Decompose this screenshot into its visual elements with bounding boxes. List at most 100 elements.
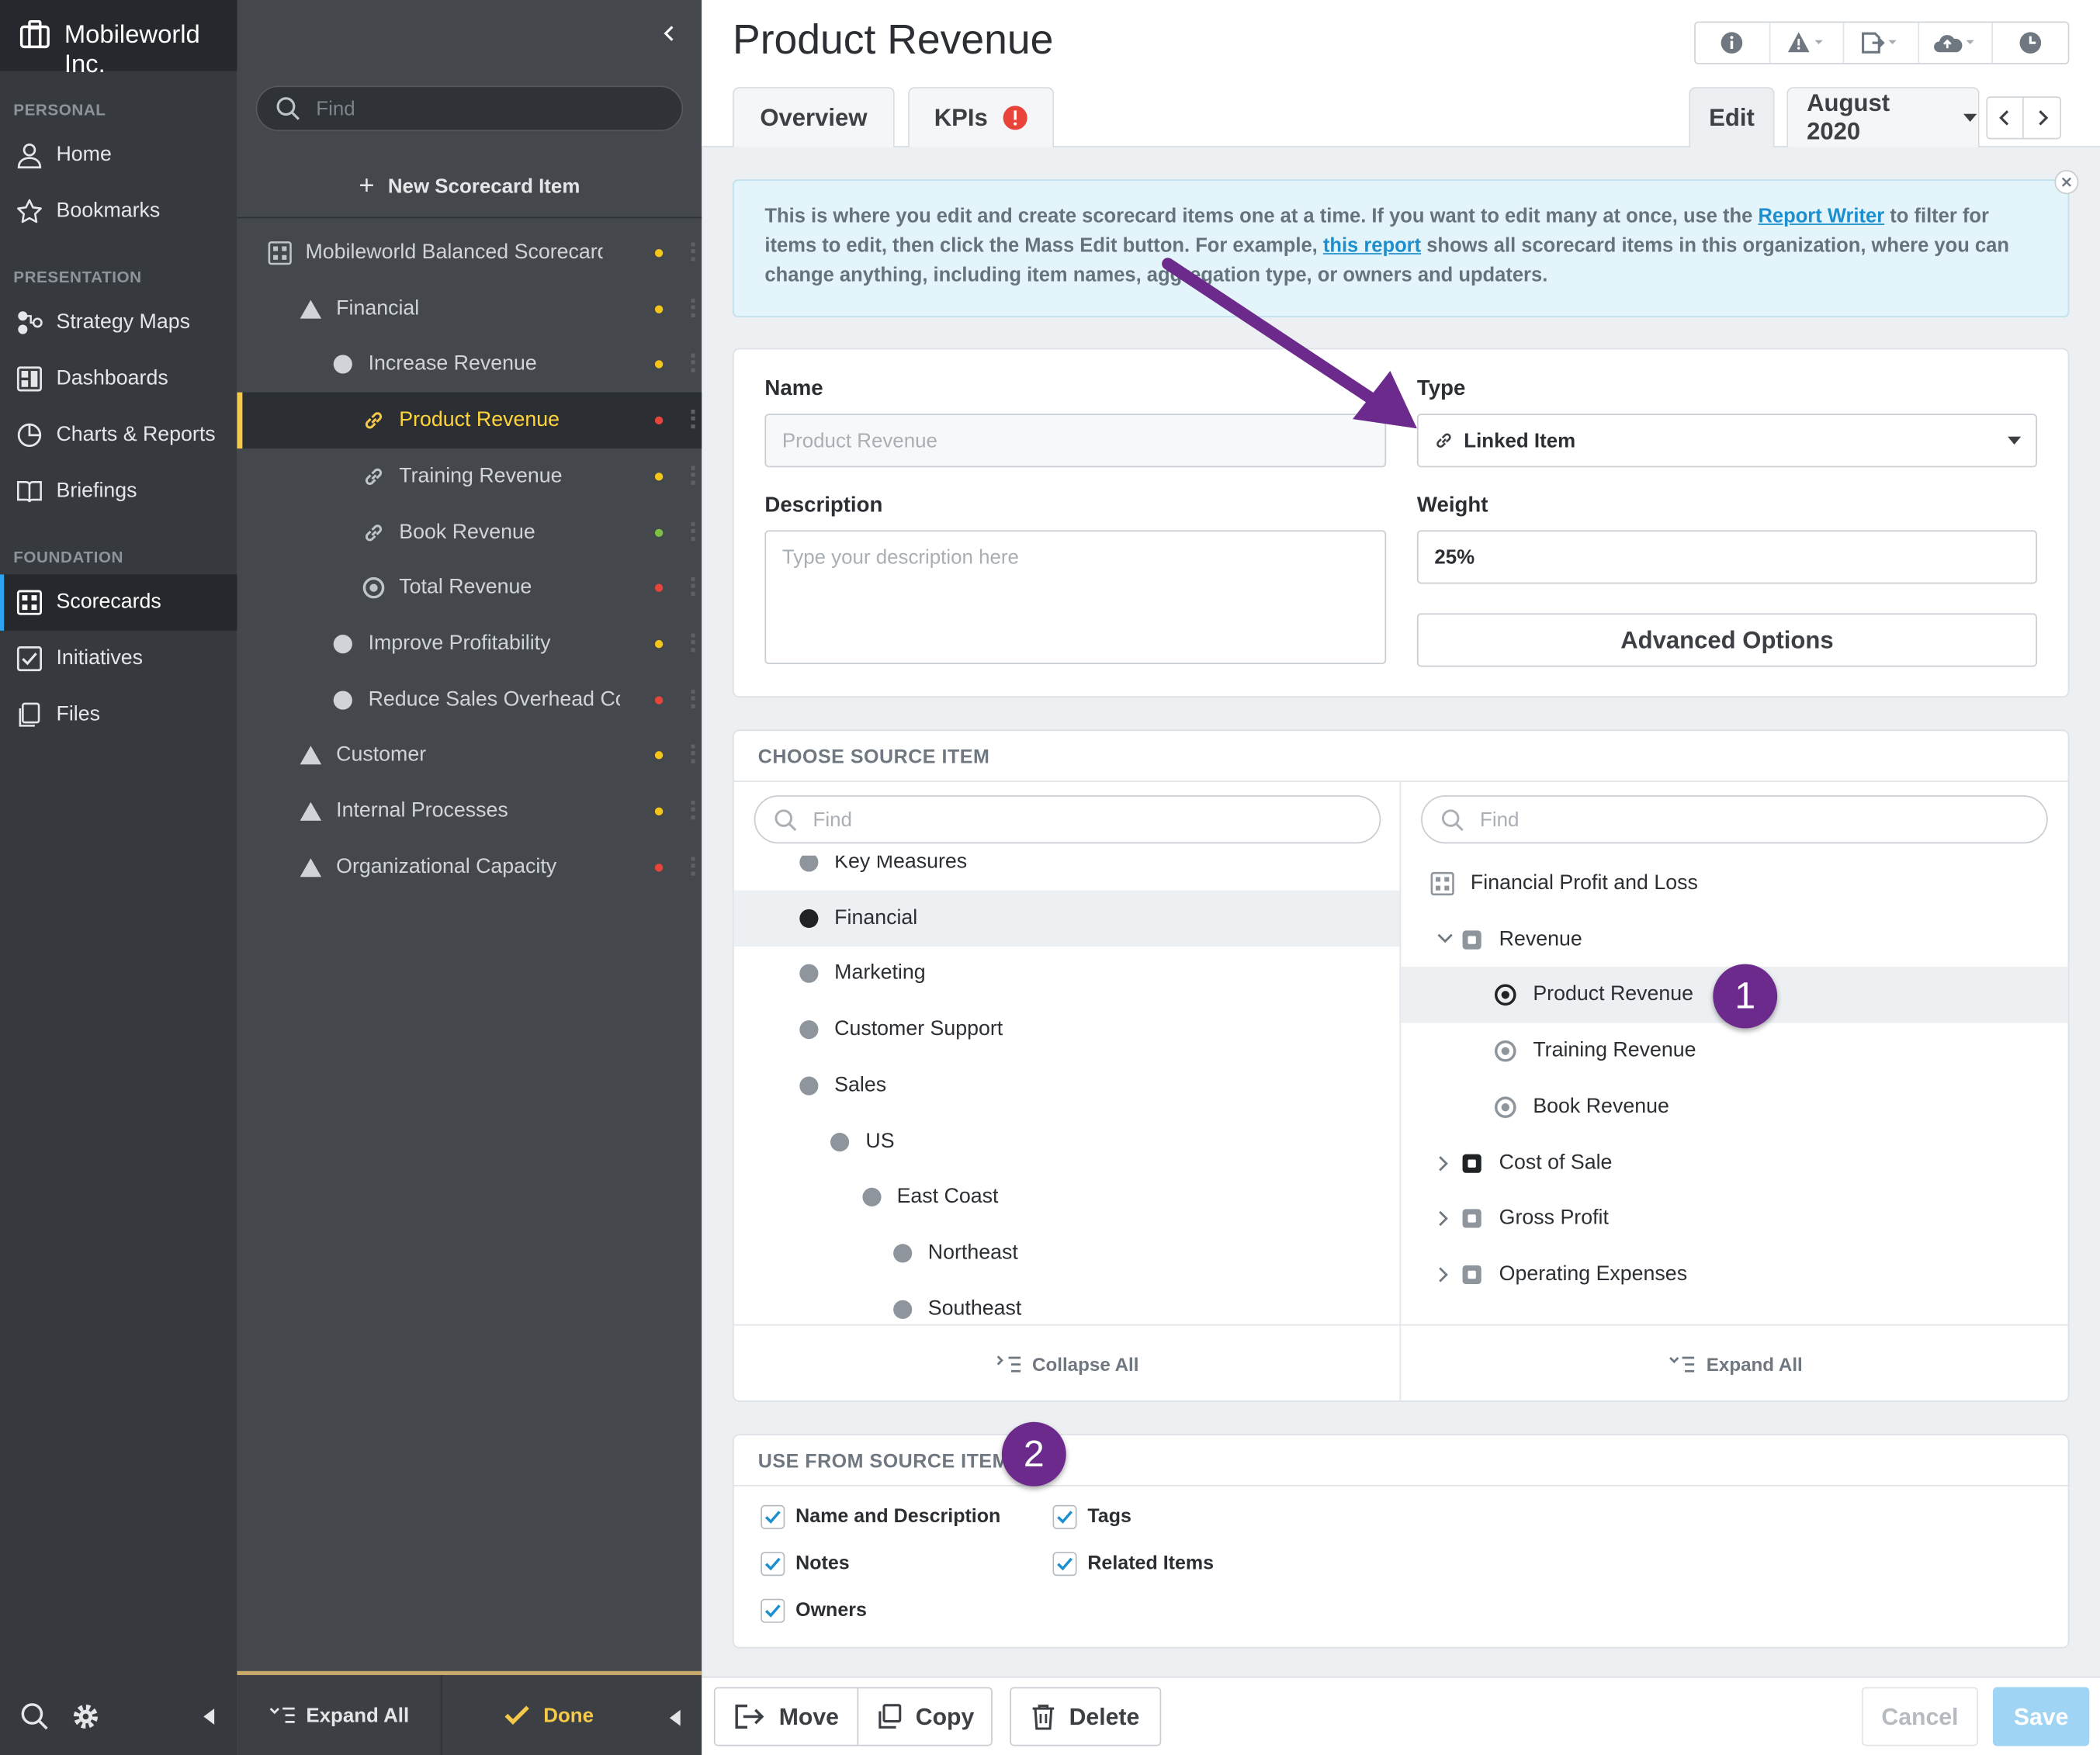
drag-handle[interactable] bbox=[691, 577, 702, 597]
drag-handle[interactable] bbox=[691, 745, 702, 764]
checkbox-name-description[interactable]: Name and Description bbox=[761, 1504, 1000, 1529]
advanced-options-label: Advanced Options bbox=[1620, 625, 1834, 653]
tree-row[interactable]: Customer bbox=[237, 728, 702, 784]
org-header[interactable]: Mobileworld Inc. bbox=[0, 0, 237, 79]
tree-row[interactable]: Mobileworld Balanced Scorecard bbox=[237, 225, 702, 281]
chevron-left-icon[interactable] bbox=[1987, 97, 2024, 138]
nav-item-dashboards[interactable]: Dashboards bbox=[0, 351, 237, 407]
source-tree-item[interactable]: Book Revenue bbox=[1401, 1079, 2067, 1135]
weight-field[interactable]: 25% bbox=[1416, 530, 2037, 584]
tree-row[interactable]: Organizational Capacity bbox=[237, 839, 702, 895]
new-scorecard-item-button[interactable]: + New Scorecard Item bbox=[237, 157, 702, 219]
done-button[interactable]: Done bbox=[440, 1674, 655, 1755]
drag-handle[interactable] bbox=[691, 521, 702, 541]
drag-handle[interactable] bbox=[691, 298, 702, 317]
source-tree-item[interactable]: Gross Profit bbox=[1401, 1191, 2067, 1247]
report-writer-link[interactable]: Report Writer bbox=[1758, 206, 1884, 228]
checkbox-tags[interactable]: Tags bbox=[1052, 1504, 1131, 1529]
drag-handle[interactable] bbox=[691, 801, 702, 820]
type-select[interactable]: Linked Item bbox=[1416, 414, 2037, 468]
nav-item-bookmarks[interactable]: Bookmarks bbox=[0, 183, 237, 239]
chevron-down-icon[interactable] bbox=[1437, 932, 1454, 945]
source-list-item[interactable]: US bbox=[734, 1113, 1400, 1169]
drag-handle[interactable] bbox=[691, 633, 702, 652]
nav-item-home[interactable]: Home bbox=[0, 127, 237, 183]
source-list-item[interactable]: Northeast bbox=[734, 1225, 1400, 1281]
source-item-label: Customer Support bbox=[834, 1017, 1003, 1041]
tab-overview[interactable]: Overview bbox=[733, 87, 895, 147]
tree-row[interactable]: Internal Processes bbox=[237, 784, 702, 839]
source-list-item[interactable]: Southeast bbox=[734, 1281, 1400, 1324]
drag-handle[interactable] bbox=[691, 242, 702, 261]
tab-edit[interactable]: Edit bbox=[1689, 87, 1775, 147]
chevron-left-icon[interactable] bbox=[663, 24, 676, 43]
tree-row[interactable]: Training Revenue bbox=[237, 448, 702, 504]
tree-row[interactable]: Product Revenue bbox=[237, 392, 702, 449]
source-list-item[interactable]: East Coast bbox=[734, 1169, 1400, 1225]
target-icon bbox=[1493, 1039, 1517, 1063]
tree-row[interactable]: Total Revenue bbox=[237, 560, 702, 616]
cancel-button[interactable]: Cancel bbox=[1861, 1687, 1979, 1746]
source-left-search-input[interactable]: Find bbox=[754, 795, 1381, 844]
nav-item-files[interactable]: Files bbox=[0, 687, 237, 742]
checkbox-notes[interactable]: Notes bbox=[761, 1552, 850, 1577]
source-list-item[interactable]: Marketing bbox=[734, 946, 1400, 1002]
description-field[interactable]: Type your description here bbox=[764, 530, 1387, 664]
source-right-search-input[interactable]: Find bbox=[1421, 795, 2048, 844]
source-list-item[interactable]: Customer Support bbox=[734, 1002, 1400, 1058]
drag-handle[interactable] bbox=[691, 856, 702, 876]
annotation-arrow bbox=[1162, 258, 1417, 429]
advanced-options-button[interactable]: Advanced Options bbox=[1416, 613, 2037, 667]
source-tree-item[interactable]: Cost of Sale bbox=[1401, 1135, 2067, 1191]
nav-item-strategy-maps[interactable]: Strategy Maps bbox=[0, 295, 237, 351]
copy-button[interactable]: Copy bbox=[857, 1687, 993, 1746]
checkbox-owners[interactable]: Owners bbox=[761, 1598, 867, 1623]
move-button[interactable]: Move bbox=[713, 1687, 859, 1746]
warning-icon[interactable] bbox=[1770, 22, 1845, 64]
source-list-item[interactable]: Financial bbox=[733, 890, 1400, 947]
tree-row[interactable]: Reduce Sales Overhead Costs bbox=[237, 672, 702, 728]
drag-handle[interactable] bbox=[691, 410, 702, 429]
collapse-panel-icon[interactable] bbox=[667, 1708, 683, 1727]
drag-handle[interactable] bbox=[691, 354, 702, 373]
source-list-item[interactable]: Key Measures bbox=[734, 855, 1400, 891]
chevron-right-icon[interactable] bbox=[1437, 1155, 1450, 1172]
source-tree-item[interactable]: Training Revenue bbox=[1401, 1023, 2067, 1079]
source-tree-item[interactable]: Revenue bbox=[1401, 912, 2067, 968]
expand-all-button[interactable]: Expand All bbox=[1401, 1326, 2067, 1401]
source-tree-item[interactable]: Financial Profit and Loss bbox=[1401, 856, 2067, 912]
tree-row[interactable]: Increase Revenue bbox=[237, 337, 702, 393]
checkbox-related-items[interactable]: Related Items bbox=[1052, 1552, 1214, 1577]
nav-item-charts-reports[interactable]: Charts & Reports bbox=[0, 407, 237, 463]
chevron-right-icon[interactable] bbox=[1437, 1210, 1450, 1227]
period-selector[interactable]: August 2020 bbox=[1786, 87, 1980, 147]
source-list-item[interactable]: Sales bbox=[734, 1058, 1400, 1113]
export-icon[interactable] bbox=[1845, 22, 1919, 64]
close-icon[interactable] bbox=[2054, 170, 2079, 195]
collapse-sidebar-icon[interactable] bbox=[201, 1707, 217, 1726]
info-icon[interactable] bbox=[1696, 22, 1770, 64]
search-icon[interactable] bbox=[20, 1701, 50, 1731]
chevron-right-icon[interactable] bbox=[2024, 98, 2060, 138]
checkmark-icon bbox=[761, 1504, 785, 1529]
nav-item-scorecards[interactable]: Scorecards bbox=[0, 574, 237, 631]
delete-button[interactable]: Delete bbox=[1010, 1687, 1162, 1746]
cloud-upload-icon[interactable] bbox=[1919, 22, 1994, 64]
tree-row[interactable]: Improve Profitability bbox=[237, 616, 702, 672]
drag-handle[interactable] bbox=[691, 466, 702, 485]
expand-all-button[interactable]: Expand All bbox=[237, 1675, 440, 1755]
source-tree-item[interactable]: Operating Expenses bbox=[1401, 1247, 2067, 1303]
chevron-right-icon[interactable] bbox=[1437, 1266, 1450, 1282]
nav-item-initiatives[interactable]: Initiatives bbox=[0, 631, 237, 687]
history-clock-icon[interactable] bbox=[1994, 22, 2068, 63]
name-placeholder: Product Revenue bbox=[781, 429, 937, 452]
save-button[interactable]: Save bbox=[1992, 1687, 2090, 1746]
tree-row[interactable]: Book Revenue bbox=[237, 504, 702, 560]
tree-row[interactable]: Financial bbox=[237, 281, 702, 337]
drag-handle[interactable] bbox=[691, 689, 702, 708]
collapse-all-button[interactable]: Collapse All bbox=[734, 1326, 1400, 1401]
tree-search-input[interactable]: Find bbox=[255, 85, 684, 132]
nav-item-briefings[interactable]: Briefings bbox=[0, 463, 237, 519]
tab-kpis[interactable]: KPIs bbox=[908, 87, 1055, 147]
gear-icon[interactable] bbox=[71, 1701, 100, 1731]
